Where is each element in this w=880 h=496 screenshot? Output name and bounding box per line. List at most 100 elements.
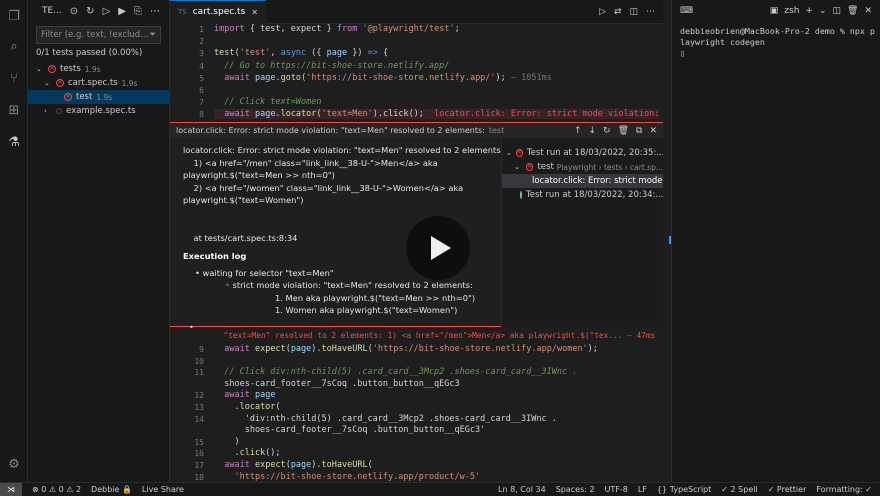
collapse-icon[interactable]: ⎘ — [134, 6, 142, 17]
line-number: 18 — [194, 472, 204, 482]
error-icon: ✕ — [48, 65, 56, 73]
new-terminal-icon[interactable]: + — [805, 6, 813, 16]
live-share[interactable]: Live Share — [142, 485, 184, 494]
status-item[interactable]: Spaces: 2 — [556, 485, 595, 494]
status-item[interactable]: {} TypeScript — [657, 485, 711, 494]
line-number: 5 — [199, 73, 204, 83]
code-line[interactable]: shoes-card_footer__7sCoq .button_button_… — [214, 425, 486, 435]
error-icon: ✕ — [56, 79, 64, 87]
sidebar-title: TE... — [42, 6, 62, 16]
explorer-icon[interactable]: ❐ — [5, 8, 23, 26]
test-item[interactable]: ⌄ ✕ test Playwright › tests › cart.sp... — [502, 160, 663, 174]
status-item[interactable]: ✓ 2 Spell — [721, 485, 757, 494]
test-filter-input[interactable]: Filter (e.g. text, !exclud... ⏷ — [36, 26, 161, 44]
error-icon: ✕ — [525, 163, 534, 171]
code-line[interactable]: await expect(page).toHaveURL('https://bi… — [214, 344, 598, 354]
arrow-down-icon[interactable]: ↓ — [588, 126, 596, 136]
line-number: 14 — [194, 414, 204, 424]
error-line: playwright.$("text=Men >> nth=0") — [183, 170, 335, 180]
code-line[interactable]: // Click text=Women — [214, 97, 321, 107]
status-bar: ⋊ ⊗ 0 ⚠ 0 ⚠ 2 Debbie 🔒 Live Share Ln 8, … — [0, 482, 880, 496]
code-line[interactable]: 'https://bit-shoe-store.netlify.app/prod… — [214, 472, 480, 482]
chevron-down-icon: ⌄ — [44, 79, 50, 87]
arrow-up-icon[interactable]: ↑ — [574, 126, 582, 136]
peek-actions: ↑ ↓ ↻ 🗑 ⧉ ✕ — [574, 126, 663, 136]
line-number: 15 — [194, 437, 204, 447]
settings-gear-icon[interactable]: ⚙ — [5, 456, 23, 474]
clear-icon[interactable]: 🗑 — [618, 126, 629, 136]
tree-item-example-spec[interactable]: › ○ example.spec.ts — [28, 104, 169, 118]
chevron-right-icon: › — [44, 107, 47, 115]
code-line[interactable]: test('test', async ({ page }) => { — [214, 48, 388, 58]
error-line: 2) <a href="/women" class="link_link__38… — [183, 182, 464, 193]
status-item[interactable]: Formatting: ✓ — [816, 485, 872, 494]
code-line[interactable]: shoes-card_footer__7sCoq .button_button_… — [214, 379, 459, 389]
code-line[interactable]: await page — [214, 390, 275, 400]
terminal-output[interactable]: debbieobrien@MacBook-Pro-2 demo % npx p … — [672, 22, 880, 63]
code-line[interactable]: await page.goto('https://bit-shoe-store.… — [214, 73, 552, 83]
line-number: 13 — [194, 403, 204, 412]
chevron-down-icon: ⌄ — [506, 149, 512, 157]
line-number: 9 — [199, 345, 204, 354]
history-icon[interactable]: ↻ — [603, 126, 611, 136]
code-line[interactable]: await page.locator('text=Men').click(); … — [214, 109, 660, 120]
line-number: 7 — [199, 98, 204, 108]
compare-icon[interactable]: ⇄ — [614, 7, 622, 17]
test-run-item[interactable]: ⌄ ✕ Test run at 18/03/2022, 20:35:... — [502, 146, 663, 160]
testing-icon[interactable]: ⚗ — [5, 134, 23, 152]
open-in-editor-icon[interactable]: ⧉ — [636, 126, 642, 136]
code-line[interactable]: await expect(page).toHaveURL( — [214, 460, 372, 470]
status-item[interactable]: LF — [638, 485, 647, 494]
close-icon[interactable]: ✕ — [864, 6, 872, 16]
line-number: 8 — [199, 110, 204, 120]
refresh-tests-icon[interactable]: ⊙ — [70, 6, 78, 17]
debug-all-icon[interactable]: ▷ — [103, 6, 111, 17]
code-line[interactable]: // Go to https://bit-shoe-store.netlify.… — [214, 61, 449, 71]
user-account[interactable]: Debbie 🔒 — [91, 485, 132, 494]
shell-name[interactable]: zsh — [784, 6, 799, 16]
testing-sidebar: TE... ⊙ ↻ ▷ ▶ ⎘ ⋯ Filter (e.g. text, !ex… — [28, 0, 170, 482]
test-run-history: ⌄ ✕ Test run at 18/03/2022, 20:35:... ⌄ ✕ te… — [501, 138, 663, 327]
tree-item-tests[interactable]: ⌄ ✕ tests 1.9s — [28, 62, 169, 76]
editor-group: TS cart.spec.ts ✕ ▷ ⇄ ◫ ⋯ 1 import { test… — [170, 0, 663, 482]
split-terminal-icon[interactable]: ◫ — [833, 6, 842, 16]
remote-icon[interactable]: ⋊ — [0, 482, 22, 496]
extensions-icon[interactable]: ⊞ — [5, 102, 23, 120]
close-icon[interactable]: ✕ — [251, 8, 258, 17]
activity-bar: ❐ ⌕ ⑂ ⊞ ⚗ ⚙ — [0, 0, 28, 482]
run-test-icon[interactable]: ▷ — [599, 7, 606, 17]
source-control-icon[interactable]: ⑂ — [5, 70, 23, 88]
tree-item-cart-spec[interactable]: ⌄ ✕ cart.spec.ts 1.9s — [28, 76, 169, 90]
code-line[interactable]: ) — [214, 437, 239, 447]
trash-icon[interactable]: 🗑 — [847, 6, 858, 16]
status-item[interactable]: Ln 8, Col 34 — [498, 485, 546, 494]
chevron-down-icon: ⌄ — [36, 65, 42, 73]
code-line[interactable]: import { test, expect } from '@playwrigh… — [214, 24, 460, 34]
test-run-item[interactable]: Test run at 18/03/2022, 20:34:... — [502, 188, 663, 202]
problems-count[interactable]: ⊗ 0 ⚠ 0 ⚠ 2 — [32, 485, 81, 494]
code-line[interactable]: .locator( — [214, 402, 280, 412]
status-item[interactable]: UTF-8 — [605, 485, 628, 494]
run-debug-icon[interactable]: ▶ — [118, 6, 126, 17]
tree-time: 1.9s — [96, 92, 113, 102]
close-icon[interactable]: ✕ — [649, 126, 657, 136]
tab-cart-spec[interactable]: TS cart.spec.ts ✕ — [170, 0, 266, 24]
code-line[interactable]: .click(); — [214, 448, 280, 458]
not-run-icon: ○ — [56, 107, 63, 115]
code-line[interactable]: 'div:nth-child(5) .card_card__3Mcp2 .sho… — [214, 414, 557, 424]
line-number: 16 — [194, 449, 204, 459]
code-line[interactable]: // Click div:nth-child(5) .card_card__3M… — [214, 367, 577, 377]
line-number: 12 — [194, 391, 204, 401]
status-item[interactable]: ✓ Prettier — [768, 485, 807, 494]
more-actions-icon[interactable]: ⋯ — [150, 6, 160, 17]
run-all-icon[interactable]: ↻ — [86, 6, 94, 17]
filter-icon[interactable]: ⏷ — [149, 30, 156, 40]
chevron-down-icon[interactable]: ⌄ — [819, 6, 827, 16]
error-message-item[interactable]: locator.click: Error: strict mode... — [502, 174, 663, 188]
passed-icon — [520, 191, 522, 199]
tree-item-test[interactable]: ✕ test 1.9s — [28, 90, 169, 104]
more-actions-icon[interactable]: ⋯ — [646, 7, 655, 17]
split-editor-icon[interactable]: ◫ — [629, 7, 638, 17]
video-play-button[interactable] — [406, 216, 470, 280]
search-icon[interactable]: ⌕ — [5, 38, 23, 56]
